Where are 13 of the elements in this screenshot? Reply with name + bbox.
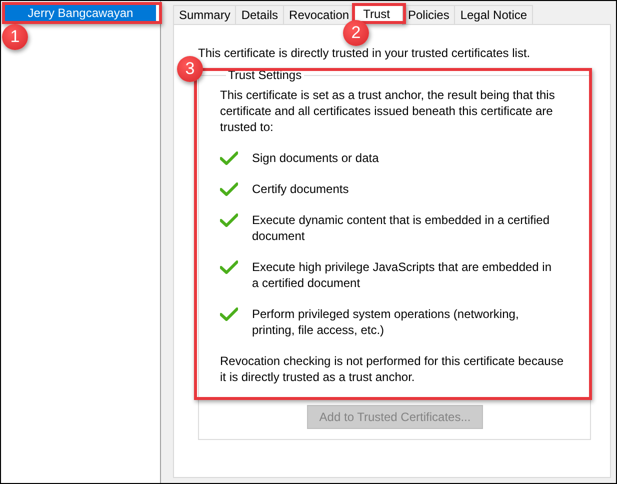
- tab[interactable]: Summary: [173, 5, 236, 25]
- tab[interactable]: Legal Notice: [454, 5, 534, 25]
- trust-item-text: Sign documents or data: [252, 150, 380, 166]
- certificate-list-item[interactable]: Jerry Bangcawayan: [5, 5, 156, 21]
- trust-item-text: Perform privileged system operations (networking, printing, file access, etc.): [252, 306, 520, 338]
- trust-item-text: Execute high privilege JavaScripts that are embedded in a certified document: [252, 259, 553, 291]
- intro-text: This certificate is set as a trust anchor, the result being that this certificate and all certificates issued beneath this certificate are trusted to:: [220, 87, 556, 135]
- group-title: Trust Settings: [227, 67, 303, 83]
- trust-item-text: Certify documents: [252, 181, 350, 197]
- trust-item-text: Execute dynamic content that is embedded in a certified document: [252, 212, 551, 244]
- tab[interactable]: Revocation: [283, 5, 354, 25]
- tab[interactable]: Details: [235, 5, 284, 25]
- revocation-note: Revocation checking is not performed for this certificate because it is directly trusted as a trust anchor.: [220, 353, 565, 385]
